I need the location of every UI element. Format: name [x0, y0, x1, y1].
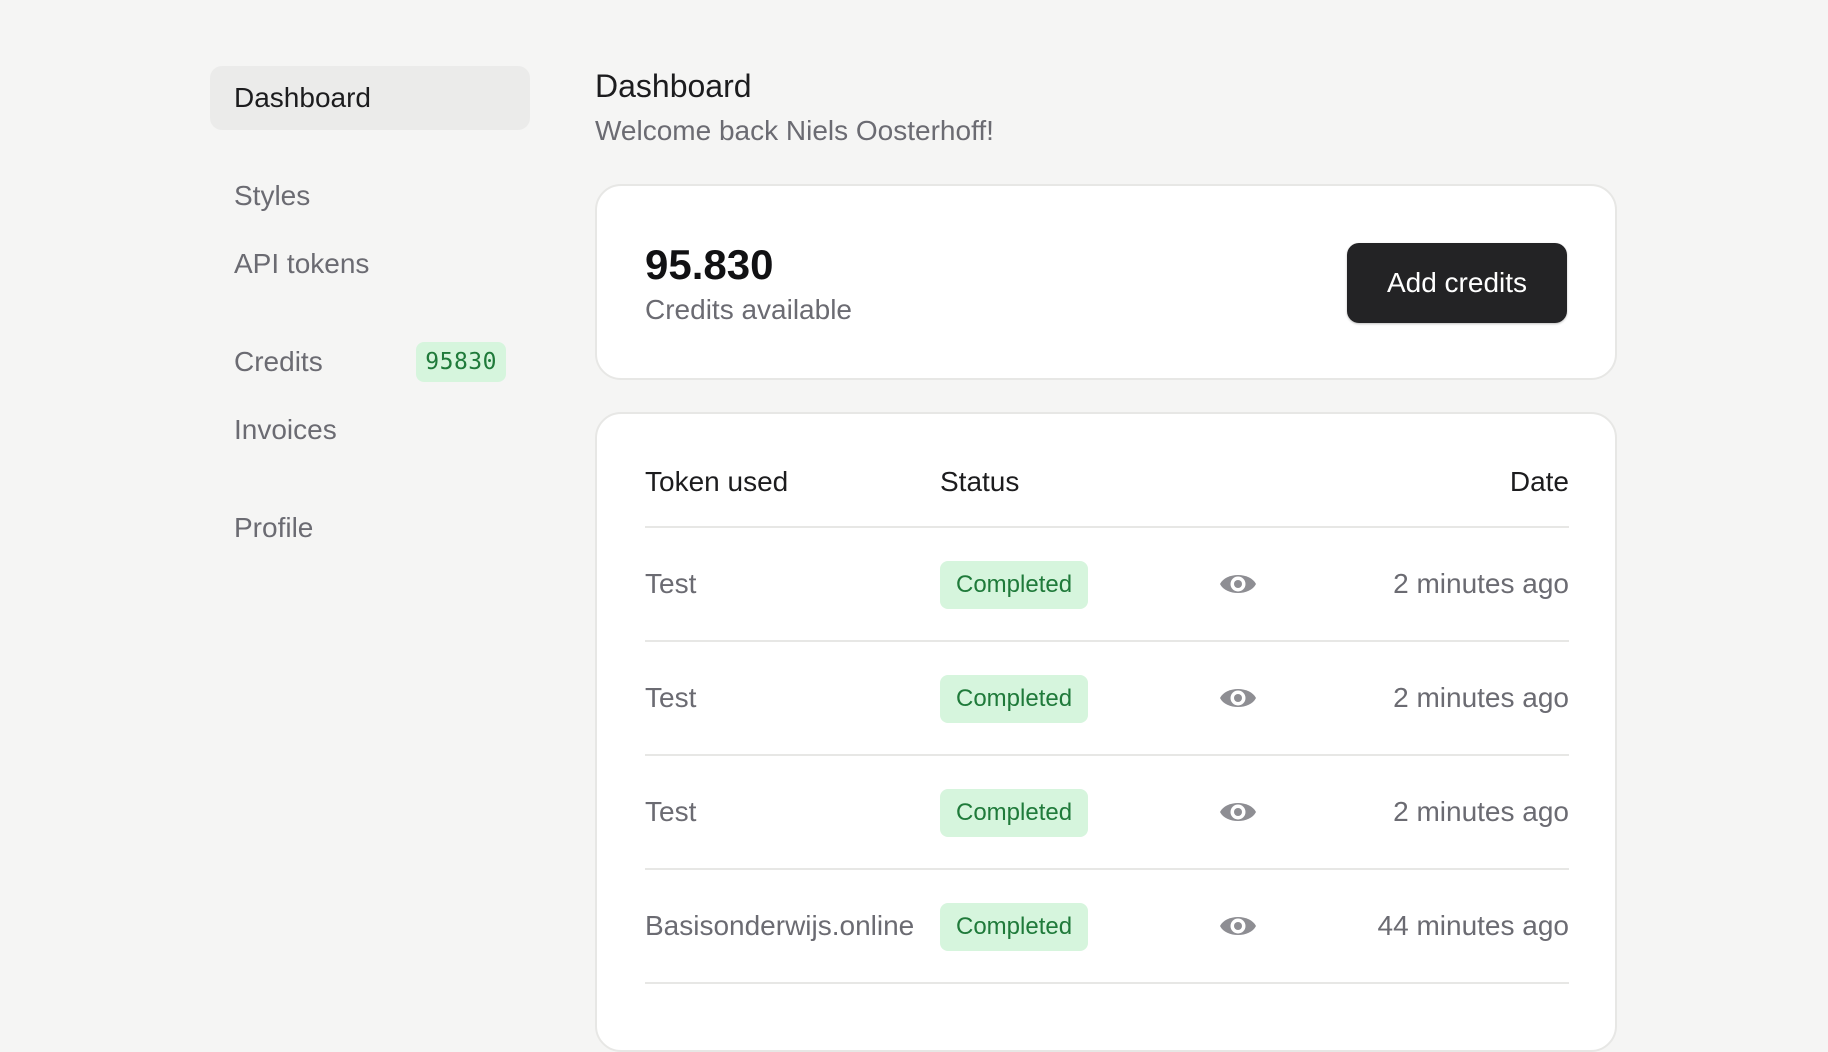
- sidebar-item-label: Invoices: [234, 414, 337, 445]
- column-header-date: Date: [1509, 466, 1569, 497]
- eye-icon[interactable]: [1218, 908, 1258, 944]
- token-name: Test: [645, 796, 697, 827]
- sidebar-item-styles[interactable]: Styles: [210, 164, 530, 228]
- status-badge: Completed: [940, 675, 1089, 723]
- sidebar-item-credits[interactable]: Credits 95830: [210, 330, 530, 394]
- date-cell: 2 minutes ago: [1393, 682, 1569, 713]
- table-row: Test Completed 2 minutes ago: [645, 528, 1569, 642]
- usage-table-card: Token used Status Date Test Completed 2 …: [595, 412, 1617, 1052]
- credits-card: 95.830 Credits available Add credits: [595, 184, 1617, 380]
- status-badge: Completed: [940, 903, 1089, 951]
- sidebar-item-invoices[interactable]: Invoices: [210, 398, 530, 462]
- welcome-message: Welcome back Niels Oosterhoff!: [595, 115, 994, 146]
- date-cell: 44 minutes ago: [1377, 910, 1569, 941]
- sidebar-item-label: Dashboard: [234, 82, 371, 113]
- status-badge: Completed: [940, 561, 1089, 609]
- credits-count-badge: 95830: [416, 342, 506, 382]
- status-badge: Completed: [940, 789, 1089, 837]
- credits-label: Credits available: [645, 294, 852, 325]
- token-name: Test: [645, 682, 697, 713]
- date-cell: 2 minutes ago: [1393, 568, 1569, 599]
- eye-icon[interactable]: [1218, 794, 1258, 830]
- sidebar-item-label: Profile: [234, 512, 314, 543]
- page-title: Dashboard: [595, 68, 752, 104]
- eye-icon[interactable]: [1218, 680, 1258, 716]
- date-cell: 2 minutes ago: [1393, 796, 1569, 827]
- table-row: Test Completed 2 minutes ago: [645, 642, 1569, 756]
- token-name: Basisonderwijs.online: [645, 910, 915, 941]
- add-credits-button[interactable]: Add credits: [1347, 243, 1567, 323]
- token-name: Test: [645, 568, 697, 599]
- eye-icon[interactable]: [1218, 566, 1258, 602]
- column-header-status: Status: [940, 466, 1020, 497]
- sidebar-item-dashboard[interactable]: Dashboard: [210, 66, 530, 130]
- sidebar-item-profile[interactable]: Profile: [210, 496, 530, 560]
- sidebar-item-api-tokens[interactable]: API tokens: [210, 232, 530, 296]
- table-row: Basisonderwijs.online Completed 44 minut…: [645, 870, 1569, 984]
- credits-value: 95.830: [645, 241, 774, 288]
- sidebar-item-label: API tokens: [234, 248, 370, 279]
- sidebar-item-label: Styles: [234, 180, 311, 211]
- column-header-token: Token used: [645, 466, 789, 497]
- table-header-row: Token used Status Date: [645, 414, 1569, 528]
- usage-table: Token used Status Date Test Completed 2 …: [645, 414, 1569, 984]
- sidebar-item-label: Credits: [234, 346, 323, 377]
- table-row: Test Completed 2 minutes ago: [645, 756, 1569, 870]
